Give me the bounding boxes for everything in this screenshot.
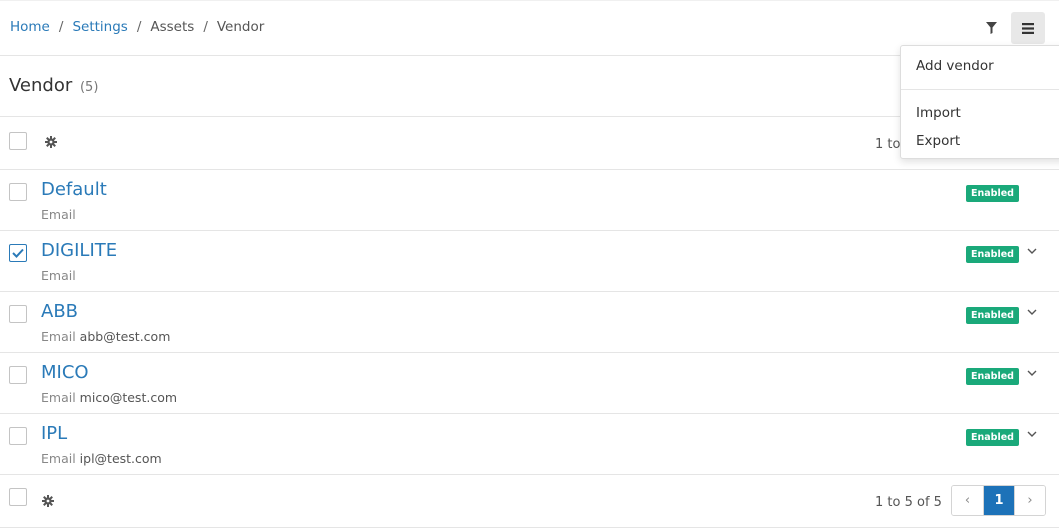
vendor-email-line: Email ipl@test.com: [41, 451, 162, 466]
vendor-name-link[interactable]: IPL: [41, 423, 67, 444]
next-page-button[interactable]: ›: [1014, 486, 1045, 515]
page-title-count: (5): [79, 80, 99, 95]
status-badge: Enabled: [966, 429, 1019, 446]
pagination: ‹ 1 ›: [951, 485, 1046, 516]
gear-icon: [42, 495, 54, 507]
page-1-button[interactable]: 1: [983, 486, 1014, 515]
breadcrumb: Home / Settings / Assets / Vendor: [10, 19, 264, 35]
row-checkbox[interactable]: [9, 305, 27, 323]
email-value: ipl@test.com: [79, 451, 162, 466]
breadcrumb-home[interactable]: Home: [10, 19, 50, 35]
email-value: mico@test.com: [79, 390, 178, 405]
menu-button[interactable]: [1011, 12, 1045, 44]
row-checkbox[interactable]: [9, 427, 27, 445]
menu-item-export[interactable]: Export: [916, 133, 960, 149]
menu-item-import[interactable]: Import: [916, 105, 961, 121]
bottom-range-text: 1 to 5 of 5: [875, 495, 942, 510]
chevron-down-icon: [1027, 431, 1037, 437]
breadcrumb-vendor: Vendor: [216, 19, 265, 35]
vendor-name-link[interactable]: DIGILITE: [41, 240, 117, 261]
expand-button[interactable]: [1025, 367, 1039, 379]
chevron-down-icon: [1027, 370, 1037, 376]
email-label: Email: [41, 207, 76, 222]
vendor-name-link[interactable]: Default: [41, 179, 107, 200]
expand-button[interactable]: [1025, 428, 1039, 440]
status-badge: Enabled: [966, 185, 1019, 202]
page-title: Vendor (5): [9, 75, 98, 96]
list-footer: 1 to 5 of 5 ‹ 1 ›: [0, 475, 1059, 528]
list-item[interactable]: Default Email Enabled: [0, 170, 1059, 231]
email-label: Email: [41, 451, 76, 466]
expand-button[interactable]: [1025, 245, 1039, 257]
hamburger-menu-icon: [1022, 22, 1034, 34]
status-badge: Enabled: [966, 368, 1019, 385]
chevron-down-icon: [1027, 309, 1037, 315]
vendor-email-line: Email: [41, 268, 76, 283]
row-checkbox[interactable]: [9, 244, 27, 262]
vendor-email-line: Email abb@test.com: [41, 329, 170, 344]
expand-button[interactable]: [1025, 306, 1039, 318]
page-title-text: Vendor: [9, 75, 73, 96]
status-badge: Enabled: [966, 246, 1019, 263]
select-all-checkbox[interactable]: [9, 132, 27, 150]
list-item[interactable]: ABB Email abb@test.com Enabled: [0, 292, 1059, 353]
settings-button[interactable]: [44, 135, 58, 149]
settings-button-bottom[interactable]: [41, 494, 55, 508]
vendor-name-link[interactable]: ABB: [41, 301, 78, 322]
gear-icon: [45, 136, 57, 148]
vendor-name-link[interactable]: MICO: [41, 362, 89, 383]
email-label: Email: [41, 329, 76, 344]
vendor-email-line: Email mico@test.com: [41, 390, 177, 405]
list-item[interactable]: IPL Email ipl@test.com Enabled: [0, 414, 1059, 475]
actions-dropdown-menu: Add vendor Import Export: [900, 45, 1059, 159]
row-checkbox[interactable]: [9, 183, 27, 201]
select-all-checkbox-bottom[interactable]: [9, 488, 27, 506]
breadcrumb-settings[interactable]: Settings: [72, 19, 127, 35]
list-item[interactable]: MICO Email mico@test.com Enabled: [0, 353, 1059, 414]
checkmark-icon: [12, 248, 24, 258]
breadcrumb-separator: /: [58, 19, 64, 35]
filter-button[interactable]: [979, 15, 1003, 41]
menu-item-add-vendor[interactable]: Add vendor: [916, 58, 994, 74]
filter-icon: [985, 22, 997, 34]
email-label: Email: [41, 390, 76, 405]
prev-page-button[interactable]: ‹: [952, 486, 983, 515]
chevron-down-icon: [1027, 248, 1037, 254]
status-badge: Enabled: [966, 307, 1019, 324]
email-label: Email: [41, 268, 76, 283]
list-item[interactable]: DIGILITE Email Enabled: [0, 231, 1059, 292]
breadcrumb-separator: /: [203, 19, 208, 35]
row-checkbox[interactable]: [9, 366, 27, 384]
breadcrumb-separator: /: [136, 19, 142, 35]
menu-divider: [901, 89, 1059, 90]
breadcrumb-assets: Assets: [150, 19, 195, 35]
vendor-email-line: Email: [41, 207, 76, 222]
email-value: abb@test.com: [79, 329, 171, 344]
